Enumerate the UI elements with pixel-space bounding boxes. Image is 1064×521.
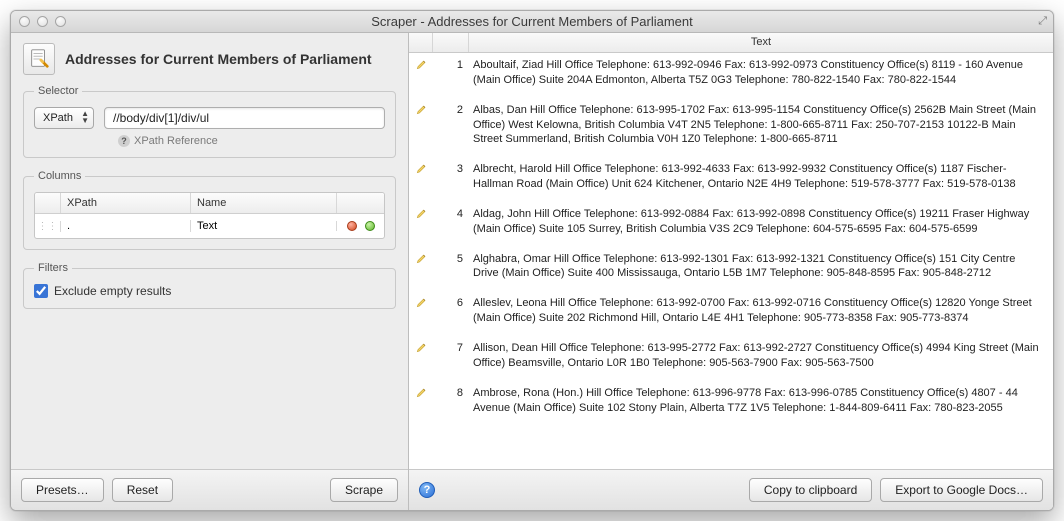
exclude-empty-row[interactable]: Exclude empty results (34, 284, 385, 298)
columns-table: XPath Name ⋮⋮.Text (34, 192, 385, 239)
columns-legend: Columns (34, 170, 85, 182)
column-xpath-value: . (61, 220, 191, 232)
table-row[interactable]: 7Allison, Dean Hill Office Telephone: 61… (409, 336, 1053, 381)
zoom-icon[interactable] (55, 16, 66, 27)
table-row[interactable]: 3Albrecht, Harold Hill Office Telephone:… (409, 157, 1053, 202)
edit-row-icon[interactable] (409, 102, 433, 154)
edit-row-icon[interactable] (409, 161, 433, 198)
presets-button[interactable]: Presets… (21, 478, 104, 502)
table-row[interactable]: 1Aboultaif, Ziad Hill Office Telephone: … (409, 53, 1053, 98)
copy-clipboard-button[interactable]: Copy to clipboard (749, 478, 872, 502)
row-text: Aldag, John Hill Office Telephone: 613-9… (469, 206, 1053, 243)
columns-header-xpath: XPath (61, 193, 191, 213)
row-number: 4 (433, 206, 469, 243)
selector-type-select[interactable]: XPath (34, 107, 94, 129)
exclude-empty-checkbox[interactable] (34, 284, 48, 298)
edit-row-icon[interactable] (409, 295, 433, 332)
expand-icon[interactable]: ⤢ (1038, 15, 1047, 28)
filters-legend: Filters (34, 262, 72, 274)
add-column-icon[interactable] (365, 221, 375, 231)
table-row[interactable]: 2Albas, Dan Hill Office Telephone: 613-9… (409, 98, 1053, 158)
columns-group: Columns XPath Name ⋮⋮.Text (23, 170, 396, 250)
table-row[interactable]: 8Ambrose, Rona (Hon.) Hill Office Teleph… (409, 381, 1053, 426)
results-body[interactable]: 1Aboultaif, Ziad Hill Office Telephone: … (409, 53, 1053, 469)
traffic-lights (19, 16, 66, 27)
scraper-window: Scraper - Addresses for Current Members … (10, 10, 1054, 511)
selector-expression-input[interactable] (104, 107, 385, 129)
drag-handle-icon[interactable]: ⋮⋮ (35, 221, 61, 232)
row-number: 7 (433, 340, 469, 377)
results-header-text[interactable]: Text (469, 33, 1053, 52)
selector-group: Selector XPath ▲▼ ? XPath Reference (23, 85, 396, 158)
edit-row-icon[interactable] (409, 340, 433, 377)
column-name-value: Text (191, 220, 336, 232)
filters-group: Filters Exclude empty results (23, 262, 396, 309)
edit-row-icon[interactable] (409, 251, 433, 288)
columns-header-name: Name (191, 193, 336, 213)
right-button-bar: ? Copy to clipboard Export to Google Doc… (409, 469, 1053, 510)
row-number: 1 (433, 57, 469, 94)
titlebar: Scraper - Addresses for Current Members … (11, 11, 1053, 33)
row-number: 6 (433, 295, 469, 332)
xpath-reference-label: XPath Reference (134, 135, 218, 147)
table-row[interactable]: 4Aldag, John Hill Office Telephone: 613-… (409, 202, 1053, 247)
page-title: Addresses for Current Members of Parliam… (65, 51, 372, 67)
results-header: Text (409, 33, 1053, 53)
row-text: Ambrose, Rona (Hon.) Hill Office Telepho… (469, 385, 1053, 422)
scrape-button[interactable]: Scrape (330, 478, 398, 502)
right-pane: Text 1Aboultaif, Ziad Hill Office Teleph… (409, 33, 1053, 510)
row-text: Allison, Dean Hill Office Telephone: 613… (469, 340, 1053, 377)
columns-row[interactable]: ⋮⋮.Text (35, 214, 384, 238)
left-button-bar: Presets… Reset Scrape (11, 469, 408, 510)
xpath-reference-link[interactable]: ? XPath Reference (118, 135, 385, 147)
row-text: Albas, Dan Hill Office Telephone: 613-99… (469, 102, 1053, 154)
row-number: 2 (433, 102, 469, 154)
window-title: Scraper - Addresses for Current Members … (11, 14, 1053, 29)
remove-column-icon[interactable] (347, 221, 357, 231)
row-number: 5 (433, 251, 469, 288)
help-icon: ? (118, 135, 130, 147)
minimize-icon[interactable] (37, 16, 48, 27)
row-number: 8 (433, 385, 469, 422)
export-googledocs-button[interactable]: Export to Google Docs… (880, 478, 1043, 502)
close-icon[interactable] (19, 16, 30, 27)
row-text: Albrecht, Harold Hill Office Telephone: … (469, 161, 1053, 198)
edit-row-icon[interactable] (409, 57, 433, 94)
edit-row-icon[interactable] (409, 385, 433, 422)
exclude-empty-label: Exclude empty results (54, 284, 171, 298)
selector-legend: Selector (34, 85, 82, 97)
edit-row-icon[interactable] (409, 206, 433, 243)
table-row[interactable]: 5Alghabra, Omar Hill Office Telephone: 6… (409, 247, 1053, 292)
row-text: Alleslev, Leona Hill Office Telephone: 6… (469, 295, 1053, 332)
left-pane: Addresses for Current Members of Parliam… (11, 33, 409, 510)
page-icon (23, 43, 55, 75)
row-number: 3 (433, 161, 469, 198)
row-text: Aboultaif, Ziad Hill Office Telephone: 6… (469, 57, 1053, 94)
row-text: Alghabra, Omar Hill Office Telephone: 61… (469, 251, 1053, 288)
reset-button[interactable]: Reset (112, 478, 173, 502)
help-icon[interactable]: ? (419, 482, 435, 498)
table-row[interactable]: 6Alleslev, Leona Hill Office Telephone: … (409, 291, 1053, 336)
